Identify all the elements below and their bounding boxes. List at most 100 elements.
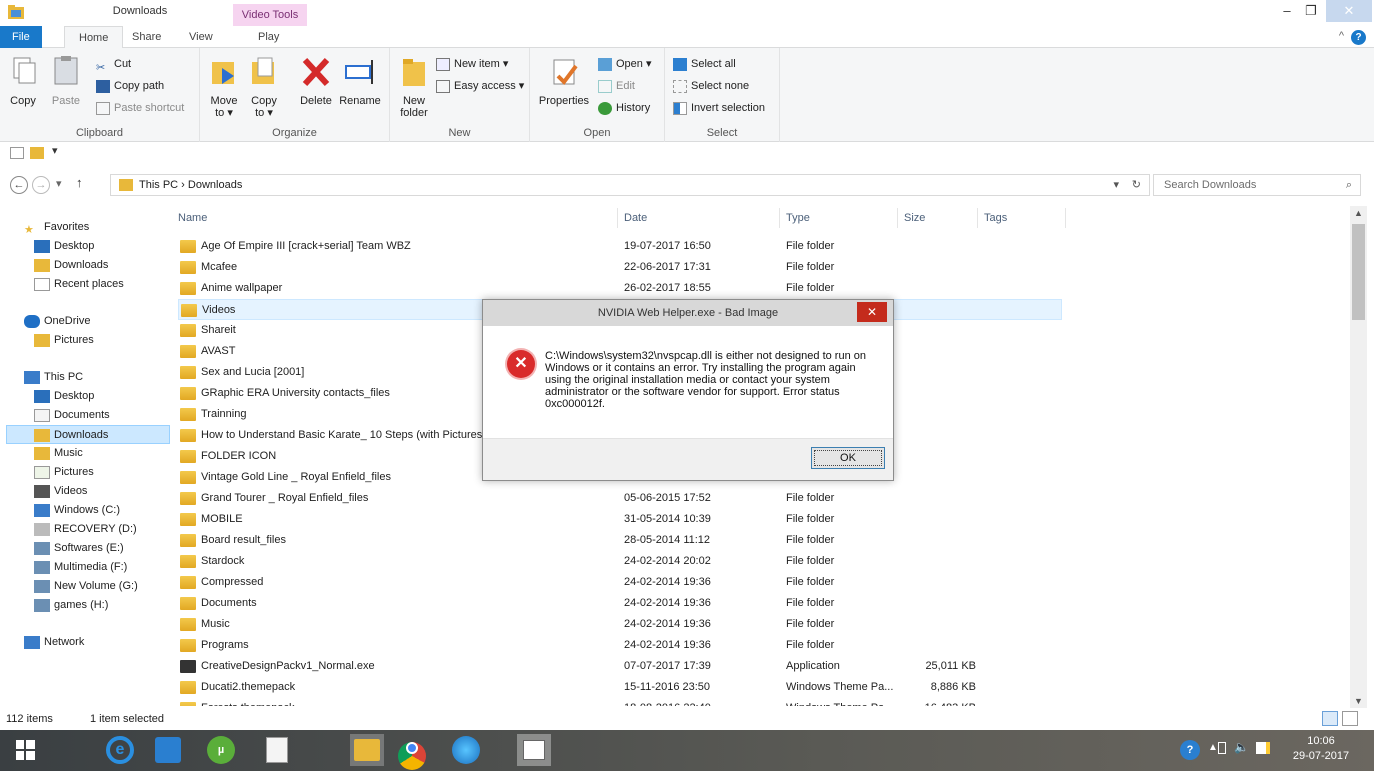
- nav-network[interactable]: Network: [24, 633, 188, 652]
- file-row[interactable]: CreativeDesignPackv1_Normal.exe 07-07-201…: [178, 656, 1062, 677]
- video-tools-tab[interactable]: Video Tools: [233, 4, 307, 26]
- help-icon[interactable]: ?: [1351, 30, 1366, 45]
- collapse-ribbon-icon[interactable]: ^: [1339, 30, 1344, 42]
- file-row[interactable]: Age Of Empire III [crack+serial] Team WB…: [178, 236, 1062, 257]
- copy-path-icon: [96, 79, 110, 93]
- large-icons-view-icon[interactable]: [1342, 711, 1358, 726]
- network-app-button[interactable]: [450, 734, 484, 766]
- tab-home[interactable]: Home: [64, 26, 124, 49]
- column-size[interactable]: Size: [898, 208, 978, 228]
- signal-icon[interactable]: [1256, 742, 1270, 754]
- column-type[interactable]: Type: [780, 208, 898, 228]
- file-name: Programs: [180, 635, 620, 656]
- utorrent-button[interactable]: µ: [205, 734, 239, 766]
- column-name[interactable]: Name: [172, 208, 618, 228]
- search-icon: ⌕: [1345, 179, 1352, 191]
- rename-button[interactable]: Rename: [338, 54, 382, 107]
- copy-to-button[interactable]: Copy to ▾: [246, 54, 282, 119]
- control-panel-button[interactable]: [152, 734, 186, 766]
- cut-button[interactable]: ✂ Cut: [96, 54, 131, 74]
- tab-play[interactable]: Play: [244, 26, 293, 48]
- nav-onedrive[interactable]: OneDrive: [24, 312, 188, 331]
- scroll-thumb[interactable]: [1352, 224, 1365, 320]
- ok-button[interactable]: OK: [811, 447, 885, 469]
- properties-icon: [553, 59, 578, 86]
- file-explorer-button[interactable]: [350, 734, 384, 766]
- invert-selection-button[interactable]: Invert selection: [673, 98, 765, 118]
- column-tags[interactable]: Tags: [978, 208, 1066, 228]
- battery-icon[interactable]: [1218, 742, 1226, 754]
- tab-view[interactable]: View: [175, 26, 227, 48]
- tab-share[interactable]: Share: [118, 26, 175, 48]
- new-folder-qa-icon[interactable]: [30, 147, 44, 159]
- select-all-button[interactable]: Select all: [673, 54, 736, 74]
- recent-locations-icon[interactable]: ▾: [56, 177, 62, 190]
- file-row[interactable]: Documents 24-02-2014 19:36 File folder: [178, 593, 1062, 614]
- address-bar[interactable]: This PC › Downloads ▾ ↻: [110, 174, 1150, 196]
- start-button[interactable]: [8, 734, 42, 766]
- move-to-button[interactable]: Move to ▾: [206, 54, 242, 119]
- up-button[interactable]: ↑: [76, 175, 83, 190]
- customize-qa-icon[interactable]: ▾: [52, 144, 58, 157]
- help-tray-icon[interactable]: ?: [1180, 740, 1200, 760]
- title-bar: Downloads Video Tools – ❐ ✕: [0, 0, 1374, 26]
- paste-shortcut-button[interactable]: Paste shortcut: [96, 98, 184, 118]
- new-item-button[interactable]: New item ▾: [436, 54, 508, 74]
- copy-button[interactable]: Copy: [8, 54, 38, 107]
- error-dialog-button[interactable]: [517, 734, 551, 766]
- clock[interactable]: 10:06 29-07-2017: [1288, 734, 1354, 764]
- properties-qa-icon[interactable]: [10, 147, 24, 159]
- file-row[interactable]: Mcafee 22-06-2017 17:31 File folder: [178, 257, 1062, 278]
- folder-icon: [180, 386, 196, 400]
- address-dropdown-icon[interactable]: ▾: [1113, 175, 1119, 195]
- chrome-button[interactable]: [396, 734, 430, 770]
- search-input[interactable]: Search Downloads ⌕: [1153, 174, 1361, 196]
- show-hidden-icons[interactable]: ▲: [1208, 742, 1218, 753]
- properties-button[interactable]: Properties: [536, 54, 592, 107]
- copy-label: Copy: [10, 95, 36, 107]
- scroll-up-icon[interactable]: ▲: [1354, 208, 1363, 218]
- notepad-button[interactable]: [260, 734, 294, 766]
- easy-access-button[interactable]: Easy access ▾: [436, 76, 524, 96]
- history-button[interactable]: History: [598, 98, 650, 118]
- vertical-scrollbar[interactable]: ▲ ▼: [1350, 206, 1367, 708]
- quick-access-toolbar: ▾: [0, 142, 1374, 166]
- delete-button[interactable]: Delete: [296, 54, 336, 107]
- file-name-text: MOBILE: [201, 513, 243, 525]
- notepad-icon: [266, 737, 288, 763]
- copy-path-button[interactable]: Copy path: [96, 76, 164, 96]
- nav-downloads[interactable]: Downloads: [6, 425, 170, 444]
- file-row[interactable]: Compressed 24-02-2014 19:36 File folder: [178, 572, 1062, 593]
- refresh-icon[interactable]: ↻: [1132, 175, 1141, 195]
- details-view-icon[interactable]: [1322, 711, 1338, 726]
- file-row[interactable]: Board result_files 28-05-2014 11:12 File f…: [178, 530, 1062, 551]
- edit-button[interactable]: Edit: [598, 76, 635, 96]
- tab-file[interactable]: File: [0, 26, 42, 48]
- back-button[interactable]: ←: [10, 176, 28, 194]
- maximize-button[interactable]: ❐: [1296, 0, 1326, 22]
- file-name: Ducati2.themepack: [180, 677, 620, 698]
- internet-explorer-button[interactable]: e: [104, 734, 138, 766]
- close-button[interactable]: ✕: [1326, 0, 1372, 22]
- file-row[interactable]: Ducati2.themepack 15-11-2016 23:50 Windows…: [178, 677, 1062, 698]
- open-icon: [598, 57, 612, 71]
- new-group-label: New: [448, 127, 471, 139]
- forward-button[interactable]: →: [32, 176, 50, 194]
- nav-this-pc[interactable]: This PC: [24, 368, 188, 387]
- dialog-close-button[interactable]: ✕: [857, 302, 887, 322]
- open-button[interactable]: Open ▾: [598, 54, 652, 74]
- file-row[interactable]: Forests.themepack 18-08-2016 22:40 Windows…: [178, 698, 1062, 706]
- nav-favorites[interactable]: ★ Favorites: [24, 218, 188, 237]
- file-row[interactable]: Grand Tourer _ Royal Enfield_files 05-06-…: [178, 488, 1062, 509]
- volume-icon[interactable]: 🔈: [1234, 740, 1249, 754]
- paste-button[interactable]: Paste: [48, 54, 84, 107]
- file-row[interactable]: Stardock 24-02-2014 20:02 File folder: [178, 551, 1062, 572]
- file-row[interactable]: MOBILE 31-05-2014 10:39 File folder: [178, 509, 1062, 530]
- scroll-down-icon[interactable]: ▼: [1354, 696, 1363, 706]
- select-none-button[interactable]: Select none: [673, 76, 749, 96]
- file-row[interactable]: Anime wallpaper 26-02-2017 18:55 File fold…: [178, 278, 1062, 299]
- new-folder-button[interactable]: New folder: [396, 54, 432, 119]
- column-date[interactable]: Date: [618, 208, 780, 228]
- file-row[interactable]: Music 24-02-2014 19:36 File folder: [178, 614, 1062, 635]
- file-row[interactable]: Programs 24-02-2014 19:36 File folder: [178, 635, 1062, 656]
